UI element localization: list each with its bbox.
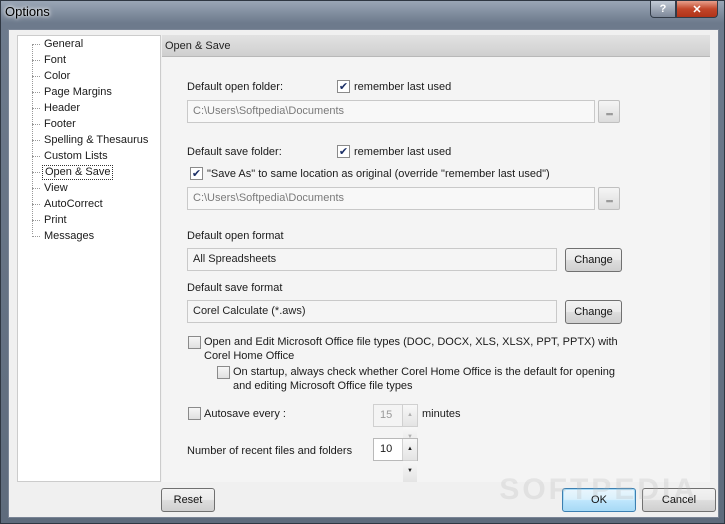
recent-files-stepper[interactable]: 10 ▲ ▼ [373, 438, 418, 482]
nav-item-color[interactable]: Color [42, 69, 72, 84]
check-icon: ✔ [338, 146, 349, 158]
open-save-panel: Open & Save Default open folder: ✔ remem… [162, 35, 710, 482]
open-folder-browse-button[interactable]: ▪▪▪ [598, 100, 620, 123]
nav-item-print[interactable]: Print [42, 213, 69, 228]
recent-files-label: Number of recent files and folders [187, 445, 353, 457]
cancel-button[interactable]: Cancel [642, 488, 716, 512]
tree-tick [32, 204, 40, 205]
tree-tick [32, 44, 40, 45]
close-icon: ✕ [692, 3, 702, 16]
tree-tick [32, 156, 40, 157]
tree-tick [32, 220, 40, 221]
check-icon: ✔ [338, 81, 349, 93]
nav-item-header[interactable]: Header [42, 101, 82, 116]
options-window: Options ? ✕ General Font Color Page Marg… [0, 0, 725, 524]
open-format-change-button[interactable]: Change [565, 248, 622, 272]
startup-check-label-line1: On startup, always check whether Corel H… [233, 366, 615, 378]
save-as-same-location-checkbox[interactable]: ✔ [190, 167, 203, 180]
tree-tick [32, 172, 40, 173]
nav-item-general[interactable]: General [42, 37, 85, 52]
tree-tick [32, 124, 40, 125]
ellipsis-icon: ▪▪▪ [605, 109, 614, 119]
ellipsis-icon: ▪▪▪ [605, 196, 614, 206]
help-icon: ? [659, 3, 667, 15]
panel-title: Open & Save [162, 35, 710, 57]
tree-tick [32, 140, 40, 141]
save-folder-label: Default save folder: [187, 146, 282, 158]
open-folder-remember-checkbox[interactable]: ✔ [337, 80, 350, 93]
open-folder-label: Default open folder: [187, 81, 284, 93]
nav-item-messages[interactable]: Messages [42, 229, 96, 244]
tree-tick [32, 236, 40, 237]
open-format-field: All Spreadsheets [187, 248, 557, 271]
nav-item-page-margins[interactable]: Page Margins [42, 85, 114, 100]
arrow-down-icon[interactable]: ▼ [403, 460, 417, 482]
tree-tick [32, 60, 40, 61]
title-bar[interactable]: Options ? ✕ [1, 1, 724, 23]
tree-tick [32, 108, 40, 109]
save-folder-remember-label: remember last used [354, 146, 452, 158]
save-as-same-location-label: "Save As" to same location as original (… [207, 168, 550, 180]
arrow-up-icon[interactable]: ▲ [403, 405, 417, 426]
close-button[interactable]: ✕ [676, 1, 718, 18]
nav-item-spelling-thesaurus[interactable]: Spelling & Thesaurus [42, 133, 150, 148]
nav-item-view[interactable]: View [42, 181, 70, 196]
check-icon: ✔ [191, 168, 202, 180]
startup-check-checkbox[interactable] [217, 366, 230, 379]
open-folder-remember-label: remember last used [354, 81, 452, 93]
autosave-unit-label: minutes [422, 408, 461, 420]
open-folder-path-field[interactable]: C:\Users\Softpedia\Documents [187, 100, 595, 123]
ms-office-checkbox[interactable] [188, 336, 201, 349]
category-tree[interactable]: General Font Color Page Margins Header F… [17, 35, 161, 482]
nav-item-autocorrect[interactable]: AutoCorrect [42, 197, 105, 212]
nav-item-open-save[interactable]: Open & Save [42, 165, 114, 180]
autosave-label: Autosave every : [204, 408, 286, 420]
nav-item-footer[interactable]: Footer [42, 117, 78, 132]
nav-item-custom-lists[interactable]: Custom Lists [42, 149, 110, 164]
reset-button[interactable]: Reset [161, 488, 215, 512]
save-format-change-button[interactable]: Change [565, 300, 622, 324]
tree-line [32, 44, 33, 234]
ok-button[interactable]: OK [562, 488, 636, 512]
tree-tick [32, 92, 40, 93]
dialog-client: General Font Color Page Margins Header F… [8, 29, 719, 518]
open-format-label: Default open format [187, 230, 284, 242]
window-title: Options [5, 4, 50, 19]
arrow-up-icon[interactable]: ▲ [403, 439, 417, 460]
autosave-minutes-stepper[interactable]: 15 ▲ ▼ [373, 404, 418, 448]
title-bar-buttons: ? ✕ [650, 1, 718, 18]
save-folder-remember-checkbox[interactable]: ✔ [337, 145, 350, 158]
autosave-value: 15 [380, 409, 393, 421]
tree-tick [32, 188, 40, 189]
save-folder-path-field[interactable]: C:\Users\Softpedia\Documents [187, 187, 595, 210]
recent-files-value: 10 [380, 443, 393, 455]
save-format-field: Corel Calculate (*.aws) [187, 300, 557, 323]
save-folder-browse-button[interactable]: ▪▪▪ [598, 187, 620, 210]
nav-item-font[interactable]: Font [42, 53, 68, 68]
ms-office-label-line1: Open and Edit Microsoft Office file type… [204, 336, 618, 348]
ms-office-label-line2: Corel Home Office [204, 350, 295, 362]
recent-stepper-arrows: ▲ ▼ [402, 439, 417, 482]
autosave-stepper-arrows: ▲ ▼ [402, 405, 417, 448]
tree-tick [32, 76, 40, 77]
startup-check-label-line2: and editing Microsoft Office file types [233, 380, 413, 392]
help-button[interactable]: ? [650, 1, 676, 18]
save-format-label: Default save format [187, 282, 283, 294]
autosave-checkbox[interactable] [188, 407, 201, 420]
